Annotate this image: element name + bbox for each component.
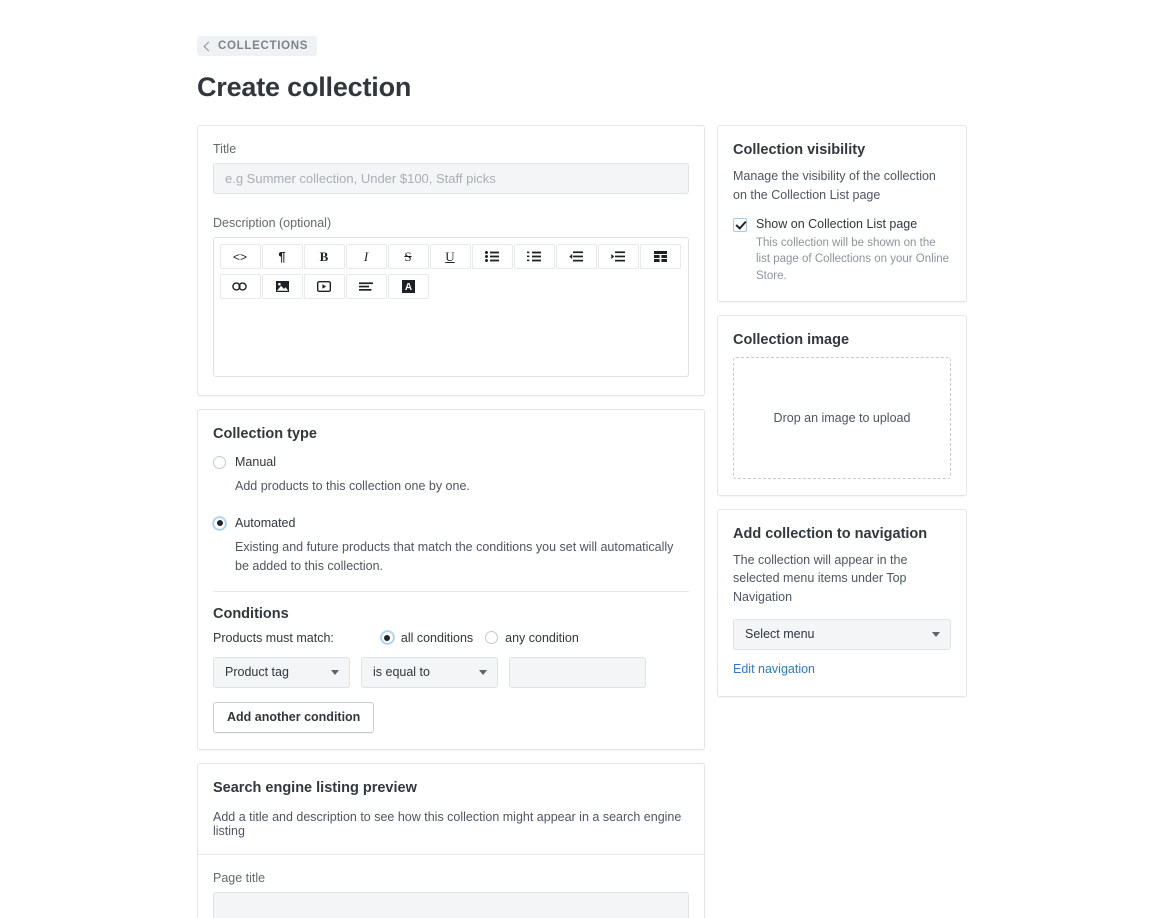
radio-any-condition-indicator[interactable] [485, 631, 498, 644]
radio-any-condition[interactable]: any condition [485, 631, 579, 645]
text-color-icon[interactable]: A [388, 274, 429, 299]
dropzone-text: Drop an image to upload [774, 411, 911, 425]
page-title-label: Page title [213, 871, 689, 885]
chevron-down-icon [331, 670, 339, 675]
radio-option-manual[interactable]: Manual [213, 454, 689, 470]
code-icon[interactable]: <> [220, 244, 261, 269]
underline-icon[interactable]: U [430, 244, 471, 269]
svg-text:A: A [404, 282, 411, 293]
ordered-list-icon[interactable] [514, 244, 555, 269]
add-another-condition-button[interactable]: Add another condition [213, 702, 374, 733]
radio-all-conditions[interactable]: all conditions [381, 631, 473, 645]
title-field-label: Title [213, 142, 689, 156]
collection-image-heading: Collection image [733, 332, 951, 348]
radio-automated-indicator[interactable] [213, 517, 226, 530]
bold-icon[interactable]: B [304, 244, 345, 269]
radio-option-automated[interactable]: Automated [213, 515, 689, 531]
collection-type-card: Collection type Manual Add products to t… [197, 409, 705, 750]
align-icon[interactable] [346, 274, 387, 299]
collection-image-card: Collection image Drop an image to upload [717, 315, 967, 496]
visibility-description: Manage the visibility of the collection … [733, 167, 951, 205]
radio-manual-label: Manual [235, 454, 276, 470]
condition-row: Product tag is equal to [213, 657, 689, 688]
description-field-label: Description (optional) [213, 216, 689, 230]
seo-heading: Search engine listing preview [213, 780, 689, 796]
edit-navigation-link[interactable]: Edit navigation [733, 662, 815, 676]
editor-toolbar: <> ¶ B I [214, 238, 688, 308]
conditions-heading: Conditions [213, 606, 689, 622]
strikethrough-icon[interactable]: S [388, 244, 429, 269]
breadcrumb-label: COLLECTIONS [218, 40, 308, 52]
radio-all-conditions-indicator[interactable] [381, 631, 394, 644]
page-title: Create collection [197, 72, 967, 103]
radio-manual-indicator[interactable] [213, 456, 226, 469]
page-content: COLLECTIONS Create collection Title Desc… [197, 36, 967, 918]
description-editor: <> ¶ B I [213, 237, 689, 377]
chevron-down-icon [932, 632, 940, 637]
collection-visibility-card: Collection visibility Manage the visibil… [717, 125, 967, 302]
radio-any-condition-label: any condition [505, 631, 579, 645]
sidebar-column: Collection visibility Manage the visibil… [717, 125, 967, 710]
unordered-list-icon[interactable] [472, 244, 513, 269]
radio-automated-label: Automated [235, 515, 295, 531]
navigation-description: The collection will appear in the select… [733, 551, 951, 607]
image-dropzone[interactable]: Drop an image to upload [733, 357, 951, 479]
show-on-list-checkbox[interactable] [733, 218, 747, 232]
main-column: Title Description (optional) <> ¶ [197, 125, 705, 918]
conditions-match-row: Products must match: all conditions any … [213, 631, 689, 645]
radio-automated-help: Existing and future products that match … [235, 538, 689, 577]
image-icon[interactable] [262, 274, 303, 299]
create-collection-page: COLLECTIONS Create collection Title Desc… [0, 0, 1152, 918]
title-input[interactable] [213, 163, 689, 194]
collection-details-card: Title Description (optional) <> ¶ [197, 125, 705, 396]
paragraph-icon[interactable]: ¶ [262, 244, 303, 269]
radio-manual-help: Add products to this collection one by o… [235, 477, 689, 496]
seo-intro-text: Add a title and description to see how t… [213, 810, 689, 838]
navigation-heading: Add collection to navigation [733, 526, 951, 542]
breadcrumb[interactable]: COLLECTIONS [197, 36, 317, 56]
radio-all-conditions-label: all conditions [401, 631, 473, 645]
italic-icon[interactable]: I [346, 244, 387, 269]
condition-operator-value: is equal to [373, 665, 430, 679]
description-textarea[interactable] [214, 308, 688, 366]
video-icon[interactable] [304, 274, 345, 299]
seo-preview-card: Search engine listing preview Add a titl… [197, 763, 705, 918]
chevron-left-icon [204, 41, 214, 51]
link-icon[interactable] [220, 274, 261, 299]
condition-value-input[interactable] [509, 657, 646, 688]
columns-layout: Title Description (optional) <> ¶ [197, 125, 967, 918]
show-on-list-label: Show on Collection List page [756, 217, 951, 232]
condition-field-select[interactable]: Product tag [213, 657, 350, 688]
collection-type-heading: Collection type [213, 426, 689, 442]
chevron-down-icon [479, 670, 487, 675]
outdent-icon[interactable] [556, 244, 597, 269]
add-to-navigation-card: Add collection to navigation The collect… [717, 509, 967, 697]
indent-icon[interactable] [598, 244, 639, 269]
select-menu-value: Select menu [745, 627, 814, 641]
condition-field-value: Product tag [225, 665, 289, 679]
visibility-heading: Collection visibility [733, 142, 951, 158]
conditions-match-label: Products must match: [213, 631, 334, 645]
show-on-list-checkbox-row[interactable]: Show on Collection List page This collec… [733, 217, 951, 285]
condition-operator-select[interactable]: is equal to [361, 657, 498, 688]
select-menu-dropdown[interactable]: Select menu [733, 619, 951, 650]
table-icon[interactable] [640, 244, 681, 269]
show-on-list-help: This collection will be shown on the lis… [756, 235, 951, 285]
page-title-input[interactable] [213, 892, 689, 918]
